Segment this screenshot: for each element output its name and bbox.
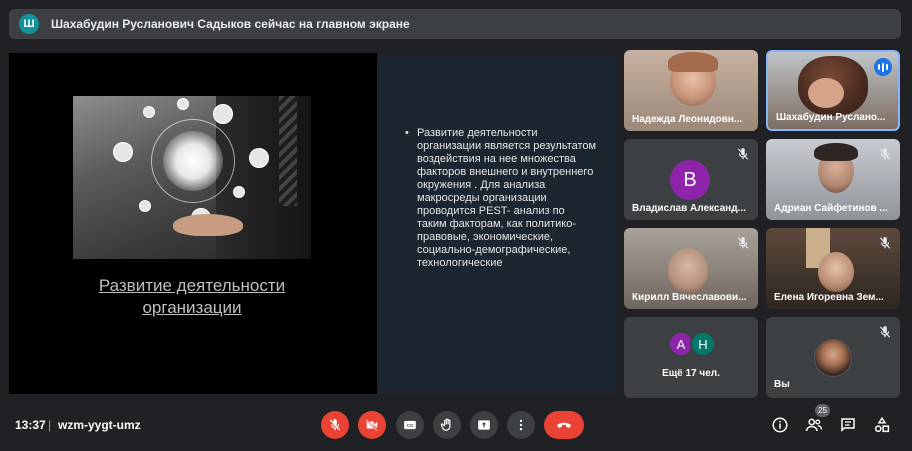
leave-call-button[interactable] [544,411,584,439]
captions-button[interactable]: CC [396,411,424,439]
participant-name: Шахабудин Руслано... [776,112,886,123]
chat-icon [841,418,855,433]
more-participants-label: Ещё 17 чел. [662,368,720,379]
info-icon [772,417,788,433]
mic-off-icon [879,237,891,249]
cam-off-icon [365,419,378,431]
presenter-avatar: Ш [19,14,39,34]
captions-icon: CC [404,420,416,430]
presentation-area: Развитие деятельности организации • Разв… [9,53,616,394]
activities-button[interactable] [870,413,894,437]
slide-bullet: • [405,127,409,139]
hangup-icon [557,422,571,428]
more-vert-icon [519,419,523,431]
clock: 13:37 [15,418,46,432]
slide-body: Развитие деятельности организации являет… [417,127,597,269]
mic-off-icon [737,237,749,249]
participant-name: Владислав Александ... [632,203,746,214]
slide-body-text: • Развитие деятельности организации явля… [405,127,597,270]
raise-hand-button[interactable] [433,411,461,439]
separator: | [48,418,52,432]
participant-tile[interactable]: Надежда Леонидовн... [624,50,758,131]
present-icon [478,420,490,430]
self-label: Вы [774,379,790,390]
chat-button[interactable] [836,413,860,437]
self-tile[interactable]: Вы [766,317,900,398]
participant-name: Елена Игоревна Зем... [774,292,884,303]
presenting-banner-text: Шахабудин Русланович Садыков сейчас на г… [51,17,410,31]
mic-toggle-button[interactable] [321,411,349,439]
more-participants-tile[interactable]: А Н Ещё 17 чел. [624,317,758,398]
present-button[interactable] [470,411,498,439]
participant-avatar: Н [690,331,716,357]
self-avatar [814,339,852,377]
mic-off-icon [329,419,341,431]
meeting-code: wzm-yygt-umz [58,418,141,432]
participant-tile[interactable]: Кирилл Вячеславови... [624,228,758,309]
mic-off-icon [879,148,891,160]
participants-count-badge: 25 [815,404,830,417]
slide-left-panel: Развитие деятельности организации [9,53,377,394]
mic-off-icon [879,326,891,338]
svg-text:CC: CC [407,423,414,428]
slide-title: Развитие деятельности организации [98,276,286,317]
participant-tile-speaking[interactable]: Шахабудин Руслано... [766,50,900,131]
slide-image [73,96,311,259]
raise-hand-icon [440,418,451,431]
meeting-details-button[interactable] [768,413,792,437]
participant-name: Надежда Леонидовн... [632,114,743,125]
people-icon [805,418,823,432]
participant-avatar: В [670,160,710,200]
participant-name: Кирилл Вячеславови... [632,292,747,303]
mic-off-icon [737,148,749,160]
activities-icon [874,416,890,433]
participant-tile[interactable]: Адриан Сайфетинов ... [766,139,900,220]
participant-name: Адриан Сайфетинов ... [774,203,888,214]
more-options-button[interactable] [507,411,535,439]
speaking-indicator-icon [874,58,892,76]
presenting-banner: Ш Шахабудин Русланович Садыков сейчас на… [9,9,901,39]
participant-tile[interactable]: Елена Игоревна Зем... [766,228,900,309]
camera-toggle-button[interactable] [358,411,386,439]
participant-tile[interactable]: В Владислав Александ... [624,139,758,220]
